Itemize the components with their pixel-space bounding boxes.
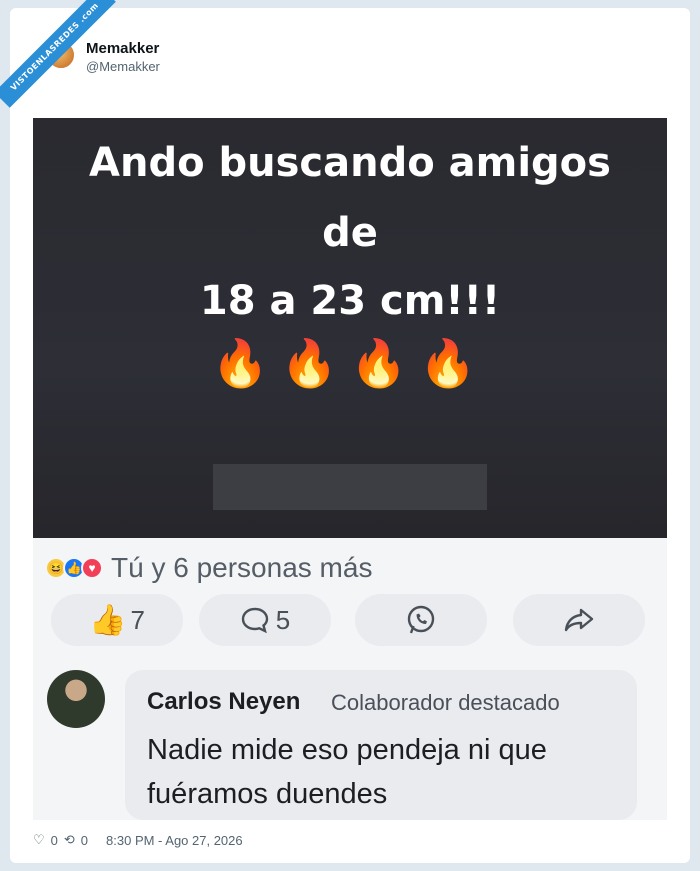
retweet-icon[interactable]: ⟲: [64, 832, 75, 848]
like-button[interactable]: 👍 7: [51, 594, 183, 646]
tweet-footer: ♡ 0 ⟲ 0 8:30 PM - Ago 27, 2026: [33, 832, 249, 848]
whatsapp-share-button[interactable]: [355, 594, 487, 646]
comment-button[interactable]: 5: [199, 594, 331, 646]
love-reaction-icon: ♥: [81, 557, 103, 579]
share-arrow-icon: [564, 608, 594, 632]
timestamp[interactable]: 8:30 PM - Ago 27, 2026: [106, 833, 243, 848]
comment-icon: [241, 607, 268, 634]
commenter-name[interactable]: Carlos Neyen: [147, 688, 300, 716]
like-count: 7: [130, 604, 145, 635]
meme-background: Ando buscando amigos de 18 a 23 cm!!! 🔥🔥…: [33, 118, 667, 538]
heart-icon[interactable]: ♡: [33, 832, 45, 848]
meme-line-3: 18 a 23 cm!!!: [199, 278, 501, 324]
comment-bubble: Carlos Neyen Colaborador destacado Nadie…: [125, 670, 637, 820]
author-name[interactable]: Memakker: [86, 40, 159, 57]
post-image: Ando buscando amigos de 18 a 23 cm!!! 🔥🔥…: [33, 118, 667, 820]
share-button[interactable]: [513, 594, 645, 646]
redaction-bar: [213, 464, 487, 510]
commenter-badge: Colaborador destacado: [331, 690, 560, 715]
whatsapp-icon: [407, 605, 435, 634]
like-count-tweet: 0: [50, 832, 58, 848]
thumbs-up-icon: 👍: [89, 603, 127, 637]
author-handle[interactable]: @Memakker: [86, 59, 160, 74]
reactions-row: 😆 👍 ♥ Tú y 6 personas más: [45, 552, 372, 584]
comment-text: Nadie mide eso pendeja ni que fuéramos d…: [147, 734, 547, 810]
commenter-avatar[interactable]: [47, 670, 105, 728]
meme-line-1: Ando buscando amigos: [89, 140, 611, 186]
comment-count: 5: [275, 604, 291, 635]
fire-emojis: 🔥🔥🔥🔥: [211, 337, 489, 389]
reactions-text: Tú y 6 personas más: [111, 552, 373, 583]
retweet-count: 0: [80, 832, 89, 848]
facebook-post-footer: 😆 👍 ♥ Tú y 6 personas más 👍 7 5 Carlos N…: [33, 538, 667, 820]
meme-line-2: de: [322, 210, 378, 256]
